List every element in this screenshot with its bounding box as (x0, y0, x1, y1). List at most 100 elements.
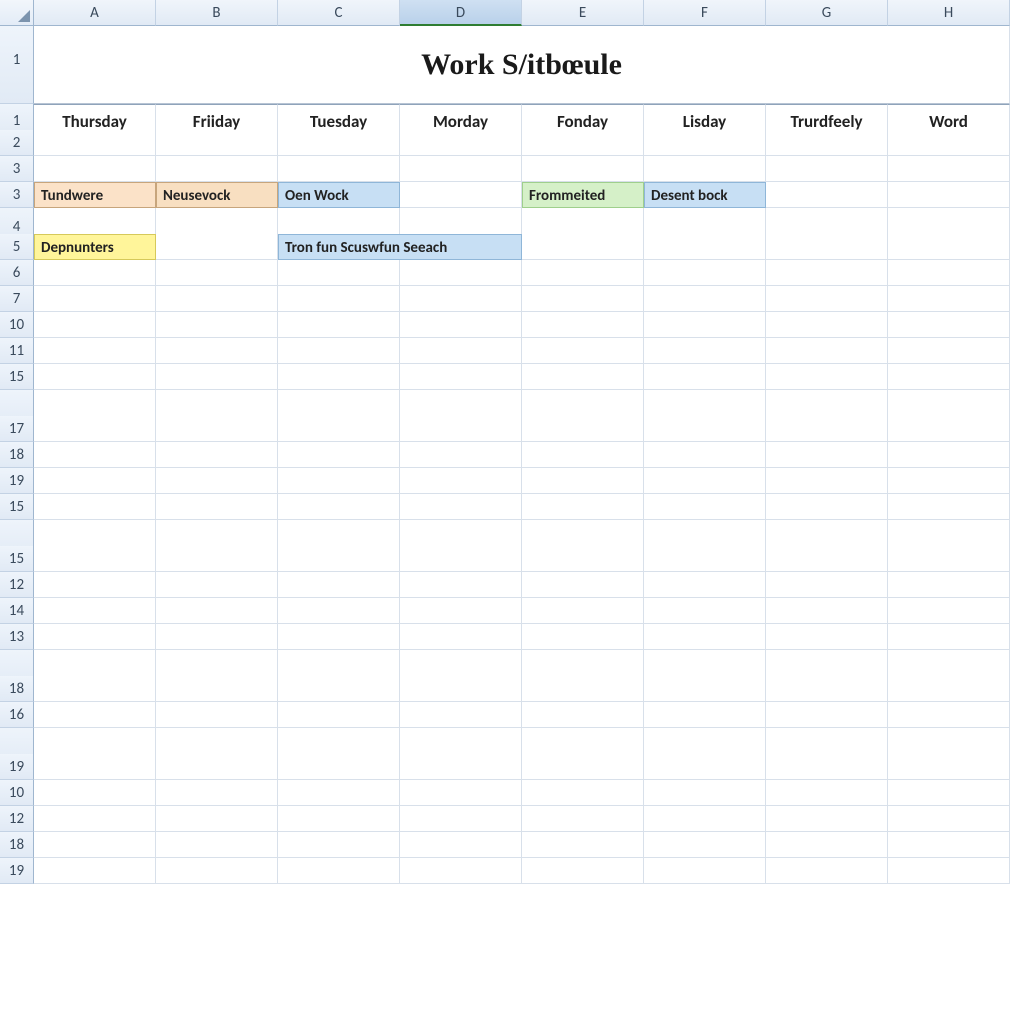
cell[interactable] (888, 598, 1010, 624)
cell[interactable] (766, 624, 888, 650)
row-header[interactable]: 15 (0, 494, 34, 520)
cell[interactable] (34, 468, 156, 494)
col-header-E[interactable]: E (522, 0, 644, 26)
cell[interactable] (888, 702, 1010, 728)
cell[interactable] (278, 832, 400, 858)
spreadsheet-grid[interactable]: A B C D E F G H 1 Work S/itbœule 1 Thurs… (0, 0, 1024, 884)
cell[interactable] (522, 754, 644, 780)
cell[interactable] (522, 780, 644, 806)
cell[interactable] (766, 676, 888, 702)
cell[interactable] (888, 156, 1010, 182)
cell[interactable] (34, 598, 156, 624)
cell-F5[interactable] (644, 234, 766, 260)
cell[interactable] (766, 468, 888, 494)
cell[interactable] (400, 442, 522, 468)
cell[interactable] (400, 702, 522, 728)
cell[interactable] (644, 546, 766, 572)
cell-A5[interactable]: Depnunters (34, 234, 156, 260)
cell[interactable] (644, 702, 766, 728)
cell[interactable] (34, 130, 156, 156)
cell[interactable] (644, 572, 766, 598)
cell[interactable] (888, 338, 1010, 364)
cell[interactable] (644, 260, 766, 286)
cell-A3[interactable]: Tundwere (34, 182, 156, 208)
cell[interactable] (156, 702, 278, 728)
cell[interactable] (644, 832, 766, 858)
row-header[interactable]: 18 (0, 832, 34, 858)
row-header[interactable]: 19 (0, 858, 34, 884)
cell[interactable] (766, 702, 888, 728)
cell[interactable] (278, 676, 400, 702)
cell[interactable] (34, 832, 156, 858)
cell[interactable] (34, 572, 156, 598)
cell[interactable] (400, 156, 522, 182)
cell[interactable] (522, 260, 644, 286)
cell[interactable] (644, 156, 766, 182)
cell[interactable] (522, 624, 644, 650)
row-header[interactable]: 19 (0, 754, 34, 780)
cell[interactable] (34, 806, 156, 832)
col-header-C[interactable]: C (278, 0, 400, 26)
cell[interactable] (888, 780, 1010, 806)
cell[interactable] (888, 754, 1010, 780)
cell-C3[interactable]: Oen Wock (278, 182, 400, 208)
cell[interactable] (522, 832, 644, 858)
cell-E3[interactable]: Frommeited (522, 182, 644, 208)
cell[interactable] (522, 130, 644, 156)
cell[interactable] (278, 780, 400, 806)
row-header[interactable]: 13 (0, 624, 34, 650)
col-header-D[interactable]: D (400, 0, 522, 26)
cell[interactable] (278, 260, 400, 286)
cell[interactable] (156, 442, 278, 468)
row-header[interactable]: 3 (0, 182, 34, 208)
cell[interactable] (522, 416, 644, 442)
select-all-corner[interactable] (0, 0, 34, 26)
row-header[interactable]: 5 (0, 234, 34, 260)
cell[interactable] (400, 130, 522, 156)
cell[interactable] (278, 754, 400, 780)
cell[interactable] (766, 858, 888, 884)
cell[interactable] (888, 858, 1010, 884)
cell[interactable] (644, 338, 766, 364)
row-header[interactable]: 15 (0, 364, 34, 390)
cell[interactable] (34, 624, 156, 650)
cell[interactable] (522, 676, 644, 702)
cell[interactable] (766, 780, 888, 806)
cell[interactable] (766, 260, 888, 286)
cell[interactable] (34, 156, 156, 182)
cell[interactable] (522, 806, 644, 832)
cell[interactable] (888, 806, 1010, 832)
cell[interactable] (278, 468, 400, 494)
cell[interactable] (522, 468, 644, 494)
row-header[interactable]: 7 (0, 286, 34, 312)
cell[interactable] (156, 364, 278, 390)
cell[interactable] (644, 130, 766, 156)
cell[interactable] (522, 338, 644, 364)
cell[interactable] (888, 286, 1010, 312)
cell[interactable] (400, 676, 522, 702)
cell[interactable] (34, 702, 156, 728)
cell[interactable] (278, 156, 400, 182)
cell[interactable] (34, 312, 156, 338)
cell[interactable] (400, 260, 522, 286)
cell[interactable] (888, 260, 1010, 286)
cell[interactable] (888, 130, 1010, 156)
cell[interactable] (522, 156, 644, 182)
cell-E5[interactable] (522, 234, 644, 260)
row-header[interactable]: 16 (0, 702, 34, 728)
cell[interactable] (278, 338, 400, 364)
cell[interactable] (766, 286, 888, 312)
cell[interactable] (400, 754, 522, 780)
cell[interactable] (644, 754, 766, 780)
cell[interactable] (156, 416, 278, 442)
cell[interactable] (400, 598, 522, 624)
cell[interactable] (644, 806, 766, 832)
cell[interactable] (400, 806, 522, 832)
cell[interactable] (156, 572, 278, 598)
cell[interactable] (766, 598, 888, 624)
cell[interactable] (522, 286, 644, 312)
cell[interactable] (156, 468, 278, 494)
cell[interactable] (522, 598, 644, 624)
cell[interactable] (278, 312, 400, 338)
cell-B3[interactable]: Neusevock (156, 182, 278, 208)
